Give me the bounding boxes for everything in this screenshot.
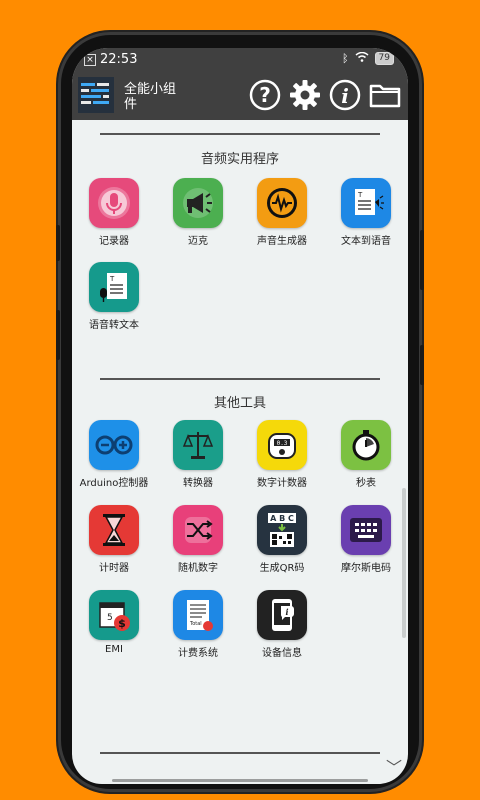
battery-icon: 79 [374, 52, 394, 65]
tile-label: 生成QR码 [259, 563, 305, 574]
megaphone-icon [173, 178, 223, 228]
morse-keyboard-icon [341, 505, 391, 555]
tile-label: Arduino控制器 [79, 478, 149, 489]
tile-device-info[interactable]: i 设备信息 [240, 590, 324, 659]
tile-label: 转换器 [183, 478, 213, 489]
gear-icon [290, 80, 320, 110]
svg-text:Total: Total [189, 621, 202, 627]
microphone-icon [89, 178, 139, 228]
tile-arduino-controller[interactable]: Arduino控制器 [72, 420, 156, 489]
tile-stopwatch[interactable]: 秒表 [324, 420, 408, 489]
tile-mic[interactable]: 迈克 [156, 178, 240, 247]
app-title: 全能小组件 [124, 82, 177, 112]
tile-label: 数字计数器 [257, 478, 307, 489]
info-button[interactable]: i [328, 78, 362, 112]
tile-label: 秒表 [356, 478, 376, 489]
folder-icon [369, 84, 401, 108]
home-indicator [112, 779, 368, 782]
phone-side-button [420, 345, 424, 385]
info-icon: i [329, 79, 361, 111]
tile-label: 随机数字 [178, 563, 218, 574]
tile-label: 迈克 [188, 236, 208, 247]
shuffle-icon [173, 505, 223, 555]
device-info-icon: i [257, 590, 307, 640]
scrollbar[interactable] [402, 488, 406, 638]
tile-billing-system[interactable]: Total 计费系统 [156, 590, 240, 659]
tile-generate-qr[interactable]: A B C 生成QR码 [240, 505, 324, 574]
app-bar: 全能小组件 ? i [72, 72, 408, 120]
tile-sound-generator[interactable]: 声音生成器 [240, 178, 324, 247]
counter-icon: 0.3 [257, 420, 307, 470]
section-divider [100, 378, 380, 380]
tile-random-number[interactable]: 随机数字 [156, 505, 240, 574]
billing-receipt-icon: Total [173, 590, 223, 640]
svg-text:i: i [285, 607, 288, 617]
tile-label: 计时器 [99, 563, 129, 574]
sound-wave-icon [257, 178, 307, 228]
speech-to-text-icon: T [89, 262, 139, 312]
tile-converter[interactable]: 转换器 [156, 420, 240, 489]
tile-text-to-speech[interactable]: T 文本到语音 [324, 178, 408, 247]
qr-code-icon: A B C [257, 505, 307, 555]
tile-label: 声音生成器 [257, 236, 307, 247]
svg-text:T: T [357, 191, 363, 199]
phone-side-button [420, 230, 424, 290]
tile-emi[interactable]: 5 $ EMI [72, 590, 156, 655]
folder-button[interactable] [368, 78, 402, 112]
svg-text:T: T [109, 275, 115, 283]
tile-digital-counter[interactable]: 0.3 数字计数器 [240, 420, 324, 489]
tools-list[interactable]: 音频实用程序 记录器 迈克 声音生成器 T 文本到语音 T 语音转文本 其他工具… [72, 120, 408, 784]
section-divider [100, 133, 380, 135]
section-title-other: 其他工具 [213, 396, 266, 411]
emi-calendar-icon: 5 $ [89, 590, 139, 640]
tile-label: 计费系统 [178, 648, 218, 659]
tile-recorder[interactable]: 记录器 [72, 178, 156, 247]
help-button[interactable]: ? [248, 78, 282, 112]
text-to-speech-icon: T [341, 178, 391, 228]
hourglass-icon [89, 505, 139, 555]
phone-side-button [56, 225, 60, 261]
wifi-icon [355, 51, 369, 65]
app-logo [78, 77, 114, 113]
tile-label: 文本到语音 [341, 236, 391, 247]
status-bar: × 22:53 ᛒ 79 [72, 48, 408, 72]
scale-icon [173, 420, 223, 470]
tile-label: 设备信息 [262, 648, 302, 659]
svg-text:i: i [341, 84, 349, 108]
bluetooth-icon: ᛒ [341, 52, 349, 65]
svg-text:A B C: A B C [270, 514, 294, 523]
chevron-down-icon[interactable]: ﹀ [386, 754, 402, 778]
status-time: 22:53 [100, 52, 138, 67]
tile-timer[interactable]: 计时器 [72, 505, 156, 574]
tile-label: 语音转文本 [89, 320, 139, 331]
tile-speech-to-text[interactable]: T 语音转文本 [72, 262, 156, 331]
settings-button[interactable] [288, 78, 322, 112]
tile-morse-code[interactable]: 摩尔斯电码 [324, 505, 408, 574]
svg-text:$: $ [118, 617, 126, 630]
tile-label: 摩尔斯电码 [341, 563, 391, 574]
arduino-icon [89, 420, 139, 470]
tile-label: 记录器 [99, 236, 129, 247]
svg-text:5: 5 [107, 613, 113, 623]
help-icon: ? [249, 79, 281, 111]
svg-text:?: ? [259, 83, 271, 107]
app-screen: × 22:53 ᛒ 79 全能小组件 ? i 音频实用程序 记录器 迈克 声音生… [72, 48, 408, 784]
tile-label: EMI [105, 644, 123, 655]
stopwatch-icon [341, 420, 391, 470]
section-title-audio: 音频实用程序 [200, 152, 279, 167]
section-divider [100, 752, 380, 754]
phone-side-button [56, 310, 60, 360]
svg-text:0.3: 0.3 [277, 440, 288, 447]
close-notification-icon: × [84, 53, 96, 66]
